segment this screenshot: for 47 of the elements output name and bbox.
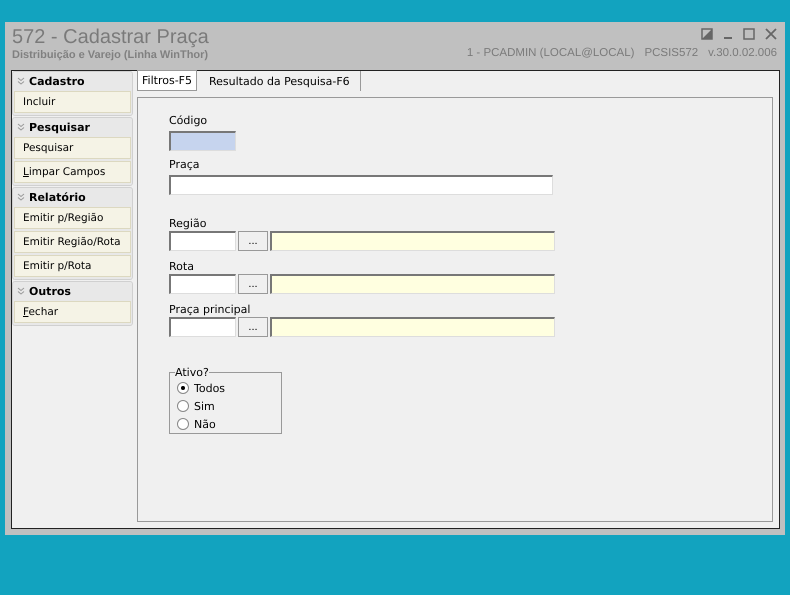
version-label: v.30.0.02.006 <box>708 47 777 59</box>
restore-icon[interactable] <box>701 28 713 40</box>
input-field[interactable] <box>169 131 236 151</box>
chevron-icon[interactable] <box>17 193 25 201</box>
sidebar-group-title: Outros <box>29 284 71 298</box>
field-label: Código <box>169 114 208 127</box>
chevron-icon[interactable] <box>17 77 25 85</box>
chevron-icon[interactable] <box>17 287 25 295</box>
search-button[interactable]: ... <box>238 274 268 294</box>
sidebar-group-title: Relatório <box>29 190 86 204</box>
sidebar-item[interactable]: Limpar Campos <box>14 161 131 183</box>
input-field[interactable] <box>169 317 236 337</box>
search-button[interactable]: ... <box>238 231 268 251</box>
sidebar-group-title: Pesquisar <box>29 120 90 134</box>
description-field[interactable] <box>270 274 555 294</box>
sidebar-group-title: Cadastro <box>29 74 85 88</box>
sidebar-item[interactable]: Incluir <box>14 91 131 113</box>
window-subtitle: Distribuição e Varejo (Linha WinThor) <box>12 49 209 61</box>
sidebar-item[interactable]: Emitir p/Região <box>14 207 131 229</box>
radio-label: Não <box>194 418 216 430</box>
radio-button[interactable] <box>177 400 189 412</box>
user-info: 1 - PCADMIN (LOCAL@LOCAL) <box>466 47 634 59</box>
input-field[interactable] <box>169 231 236 251</box>
field-label: Praça principal <box>169 303 250 316</box>
group-title: Ativo? <box>175 366 209 379</box>
radio-label: Todos <box>194 382 226 394</box>
description-field[interactable] <box>270 317 555 337</box>
field-label: Rota <box>169 260 194 273</box>
radio-button[interactable] <box>177 418 189 430</box>
sidebar-item[interactable]: Emitir Região/Rota <box>14 231 131 253</box>
description-field[interactable] <box>270 231 555 251</box>
sidebar-item[interactable]: Pesquisar <box>14 137 131 159</box>
program-code: PCSIS572 <box>644 47 698 59</box>
search-button[interactable]: ... <box>238 317 268 337</box>
input-field[interactable] <box>169 175 553 195</box>
radio-label: Sim <box>194 400 215 412</box>
input-field[interactable] <box>169 274 236 294</box>
field-label: Região <box>169 217 206 230</box>
tab[interactable]: Filtros-F5 <box>137 70 197 91</box>
sidebar-item[interactable]: Emitir p/Rota <box>14 255 131 277</box>
window-title: 572 - Cadastrar Praça <box>12 25 209 49</box>
sidebar-item[interactable]: Fechar <box>14 301 131 323</box>
radio-button[interactable] <box>177 382 189 394</box>
field-label: Praça <box>169 158 200 171</box>
chevron-icon[interactable] <box>17 123 25 131</box>
close-icon[interactable] <box>765 28 777 40</box>
maximize-icon[interactable] <box>743 28 755 40</box>
